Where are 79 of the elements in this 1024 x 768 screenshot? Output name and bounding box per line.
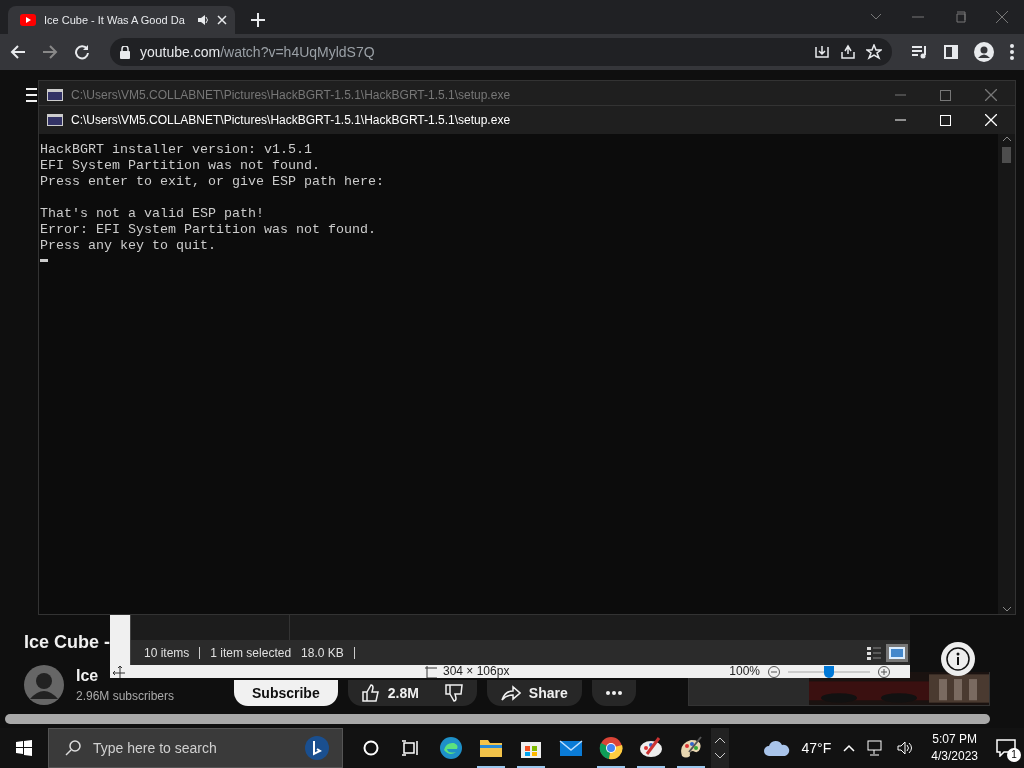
more-button[interactable] — [591, 680, 636, 706]
share-button[interactable]: Share — [486, 680, 582, 706]
console-line: Press enter to exit, or give ESP path here: — [40, 174, 385, 190]
like-button[interactable]: 2.8M — [347, 680, 477, 706]
share-icon[interactable] — [840, 44, 856, 60]
notification-badge: 1 — [1007, 748, 1021, 762]
palette-brush-icon[interactable] — [639, 736, 663, 760]
large-icons-view-icon[interactable] — [889, 646, 905, 659]
console-icon — [47, 89, 63, 101]
console-icon — [47, 114, 63, 126]
weather-text[interactable]: 47°F — [801, 740, 832, 756]
window-title: C:\Users\VM5.COLLABNET\Pictures\HackBGRT-1.5.1\HackBGRT-1.5.1\setup.exe — [71, 88, 512, 102]
chat-logo-icon — [304, 735, 330, 761]
notification-icon[interactable] — [996, 739, 1016, 757]
lock-icon — [120, 45, 130, 59]
zoom-text: 100% — [729, 665, 760, 678]
browser-tab[interactable]: Ice Cube - It Was A Good Da — [8, 6, 235, 34]
cloud-icon[interactable] — [763, 740, 790, 756]
cortana-icon[interactable] — [363, 740, 379, 756]
console-line: That's not a valid ESP path! — [40, 206, 265, 222]
file-size: 18.0 KB — [301, 645, 344, 660]
search-icon — [65, 740, 81, 756]
horizontal-scrollbar[interactable] — [5, 714, 990, 724]
volume-icon[interactable] — [897, 741, 914, 755]
item-count: 10 items — [144, 645, 190, 660]
media-icon[interactable] — [912, 45, 928, 59]
menu-icon[interactable] — [1010, 44, 1014, 60]
address-bar[interactable]: youtube.com/watch?v=h4UqMyldS7Q — [110, 38, 892, 66]
scroll-up-icon[interactable] — [715, 737, 725, 743]
star-icon[interactable] — [866, 44, 882, 60]
tab-title: Ice Cube - It Was A Good Da — [44, 14, 185, 26]
url-text: youtube.com/watch?v=h4UqMyldS7Q — [140, 44, 376, 60]
chevron-down-icon[interactable] — [870, 13, 882, 21]
subscribe-button[interactable]: Subscribe — [234, 680, 338, 706]
chrome-icon[interactable] — [599, 736, 623, 760]
start-icon[interactable] — [16, 740, 32, 756]
scroll-up-icon[interactable] — [1002, 136, 1011, 141]
restore-icon[interactable] — [954, 11, 966, 23]
scroll-thumb[interactable] — [1002, 147, 1011, 163]
reload-icon[interactable] — [74, 44, 90, 60]
info-icon[interactable] — [941, 642, 975, 676]
console-line: Press any key to quit. — [40, 238, 217, 254]
avatar-icon — [24, 665, 64, 705]
scroll-down-icon[interactable] — [1002, 607, 1011, 612]
window-title: C:\Users\VM5.COLLABNET\Pictures\HackBGRT-1.5.1\HackBGRT-1.5.1\setup.exe — [71, 113, 512, 127]
console-line: Error: EFI System Partition was not found. — [40, 222, 377, 238]
image-size-text: 304 × 106px — [443, 665, 510, 678]
more-icon — [605, 691, 622, 695]
task-view-icon[interactable] — [402, 740, 420, 756]
vertical-scrollbar[interactable] — [998, 134, 1015, 614]
scroll-down-icon[interactable] — [715, 753, 725, 759]
console-line: HackBGRT installer version: v1.5.1 — [40, 142, 313, 158]
search-field[interactable]: Type here to search — [48, 728, 343, 768]
install-icon[interactable] — [814, 44, 830, 60]
zoom-in-icon[interactable] — [878, 665, 890, 678]
share-arrow-icon — [500, 685, 521, 701]
thumbs-down-icon — [444, 684, 463, 702]
forward-icon[interactable] — [42, 44, 58, 60]
text-cursor — [40, 259, 48, 262]
details-view-icon[interactable] — [866, 644, 882, 661]
back-icon[interactable] — [10, 44, 26, 60]
palette-icon[interactable] — [679, 736, 703, 760]
side-panel-icon[interactable] — [944, 45, 958, 59]
new-tab-icon[interactable] — [251, 13, 265, 27]
chevron-up-icon[interactable] — [843, 744, 856, 752]
clock[interactable]: 5:07 PM 4/3/2023 — [931, 731, 978, 765]
selection-text: 1 item selected — [210, 645, 292, 660]
profile-icon[interactable] — [974, 42, 994, 62]
move-icon[interactable] — [113, 665, 125, 678]
browser-icon[interactable] — [439, 736, 463, 760]
zoom-out-icon[interactable] — [768, 665, 780, 678]
channel-name[interactable]: Ice — [76, 667, 99, 685]
subscriber-count: 2.96M subscribers — [76, 689, 175, 703]
play-logo-icon — [20, 14, 36, 26]
menu-icon[interactable] — [26, 88, 37, 102]
console-line: EFI System Partition was not found. — [40, 158, 321, 174]
slider-thumb[interactable] — [824, 665, 834, 678]
video-title: Ice Cube - — [24, 632, 111, 654]
thumbs-up-icon — [361, 684, 380, 702]
